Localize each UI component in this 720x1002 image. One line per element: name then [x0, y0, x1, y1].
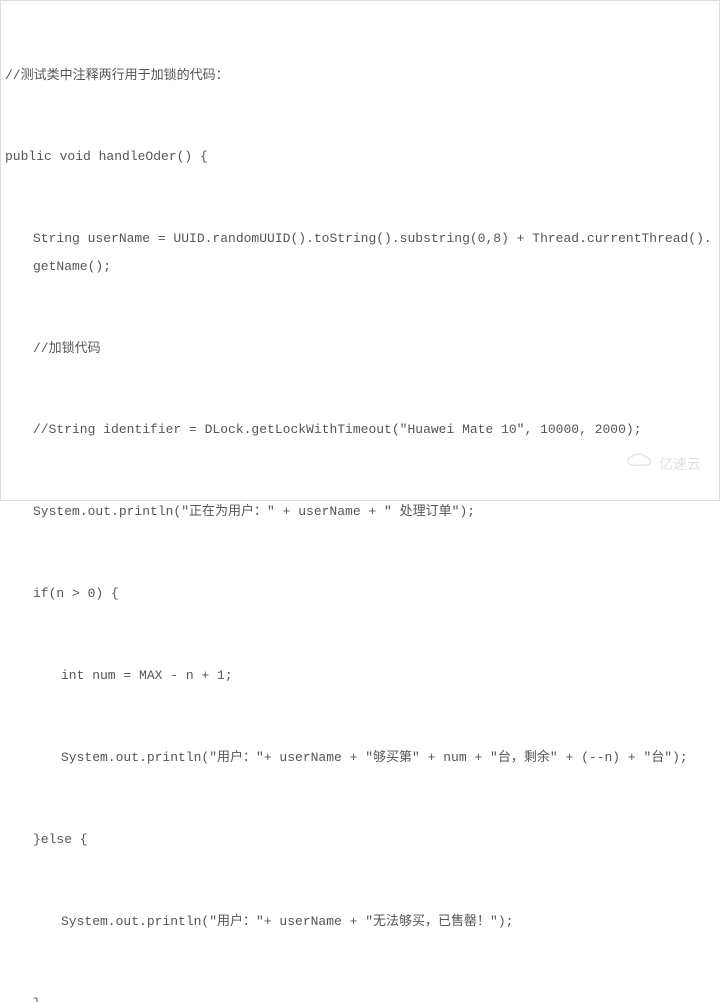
- code-line: if(n > 0) {: [5, 580, 715, 607]
- code-line: //String identifier = DLock.getLockWithT…: [5, 416, 715, 443]
- code-line: }: [5, 990, 715, 1002]
- cloud-icon: [625, 452, 653, 482]
- watermark: 亿速云: [625, 452, 701, 482]
- code-line: public void handleOder() {: [5, 143, 715, 170]
- watermark-text: 亿速云: [659, 452, 701, 481]
- code-line: //测试类中注释两行用于加锁的代码：: [5, 62, 715, 89]
- code-block: //测试类中注释两行用于加锁的代码： public void handleOde…: [5, 7, 715, 1002]
- code-line: }else {: [5, 826, 715, 853]
- code-line: //加锁代码: [5, 335, 715, 362]
- code-line: String userName = UUID.randomUUID().toSt…: [5, 225, 715, 280]
- code-line: int num = MAX - n + 1;: [5, 662, 715, 689]
- code-line: System.out.println("用户："+ userName + "够买…: [5, 744, 715, 771]
- code-line: System.out.println("用户："+ userName + "无法…: [5, 908, 715, 935]
- code-line: System.out.println("正在为用户：" + userName +…: [5, 498, 715, 525]
